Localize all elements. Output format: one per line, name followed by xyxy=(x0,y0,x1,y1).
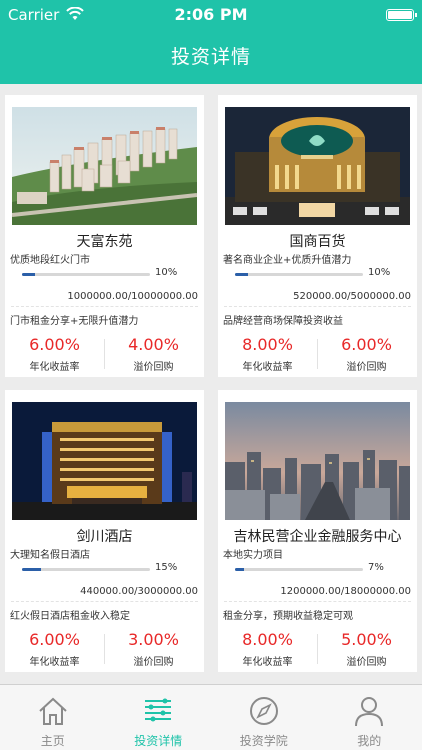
divider xyxy=(224,306,411,307)
clock: 2:06 PM xyxy=(174,5,248,24)
progress-bar xyxy=(235,273,363,276)
progress-percent: 15% xyxy=(155,562,178,573)
progress-fill xyxy=(235,568,244,571)
premium-rate-label: 溢价回购 xyxy=(133,657,174,668)
tab-label: 我的 xyxy=(357,734,382,748)
divider xyxy=(11,306,198,307)
home-icon xyxy=(39,697,67,725)
annual-rate-label: 年化收益率 xyxy=(29,362,80,373)
tab-label: 投资学院 xyxy=(239,734,288,748)
project-subtitle: 优质地段红火门市 xyxy=(10,255,90,266)
annual-rate-value: 6.00% xyxy=(29,630,80,649)
tab-label: 主页 xyxy=(40,734,65,748)
progress-bar xyxy=(22,273,150,276)
project-description: 租金分享，预期收益稳定可观 xyxy=(223,611,353,622)
progress-bar xyxy=(235,568,363,571)
progress-fill xyxy=(22,568,42,571)
project-card[interactable]: 国商百货 著名商业企业+优质升值潜力 10% 520000.00/5000000… xyxy=(218,95,417,377)
funding-amount: 1200000.00/18000000.00 xyxy=(280,586,411,597)
premium-rate-label: 溢价回购 xyxy=(133,362,174,373)
project-card[interactable]: 吉林民营企业金融服务中心 本地实力项目 7% 1200000.00/180000… xyxy=(218,390,417,672)
progress-fill xyxy=(235,273,248,276)
premium-rate-label: 溢价回购 xyxy=(346,657,387,668)
premium-rate-value: 5.00% xyxy=(341,630,392,649)
annual-rate-value: 8.00% xyxy=(242,335,293,354)
tab-investment-details[interactable]: 投资详情 xyxy=(106,685,212,750)
compass-icon xyxy=(249,697,278,725)
project-image-residential xyxy=(12,107,197,225)
annual-rate-label: 年化收益率 xyxy=(29,657,80,668)
project-card[interactable]: 剑川酒店 大理知名假日酒店 15% 440000.00/3000000.00 红… xyxy=(5,390,204,672)
battery-icon xyxy=(386,9,417,21)
project-image-city-skyline xyxy=(225,402,410,520)
project-name: 国商百货 xyxy=(289,234,346,250)
funding-amount: 440000.00/3000000.00 xyxy=(80,586,198,597)
tab-label: 投资详情 xyxy=(134,734,183,748)
page-title: 投资详情 xyxy=(170,46,251,68)
tab-profile[interactable]: 我的 xyxy=(317,685,422,750)
project-description: 红火假日酒店租金收入稳定 xyxy=(10,611,130,622)
annual-rate-label: 年化收益率 xyxy=(242,657,293,668)
status-bar: Carrier 2:06 PM xyxy=(0,0,422,30)
divider xyxy=(11,601,198,602)
premium-rate-value: 4.00% xyxy=(128,335,179,354)
project-card[interactable]: 天富东苑 优质地段红火门市 10% 1000000.00/10000000.00… xyxy=(5,95,204,377)
funding-amount: 520000.00/5000000.00 xyxy=(293,291,411,302)
premium-rate-label: 溢价回购 xyxy=(346,362,387,373)
project-subtitle: 本地实力项目 xyxy=(223,550,283,561)
annual-rate-value: 6.00% xyxy=(29,335,80,354)
annual-rate-label: 年化收益率 xyxy=(242,362,293,373)
project-subtitle: 著名商业企业+优质升值潜力 xyxy=(223,255,352,266)
project-subtitle: 大理知名假日酒店 xyxy=(10,550,90,561)
progress-fill xyxy=(22,273,35,276)
progress-percent: 10% xyxy=(368,267,391,278)
project-description: 品牌经营商场保障投资收益 xyxy=(223,316,343,327)
premium-rate-value: 6.00% xyxy=(341,335,392,354)
project-image-hotel xyxy=(12,402,197,520)
progress-percent: 10% xyxy=(155,267,178,278)
project-name: 吉林民营企业金融服务中心 xyxy=(233,529,402,545)
progress-percent: 7% xyxy=(368,562,384,573)
annual-rate-value: 8.00% xyxy=(242,630,293,649)
divider xyxy=(224,601,411,602)
navigation-bar: 投资详情 xyxy=(0,30,422,84)
funding-amount: 1000000.00/10000000.00 xyxy=(67,291,198,302)
tab-investment-academy[interactable]: 投资学院 xyxy=(211,685,317,750)
project-name: 剑川酒店 xyxy=(76,529,133,545)
project-image-department-store xyxy=(225,107,410,225)
project-name: 天富东苑 xyxy=(76,234,133,250)
user-icon xyxy=(355,697,384,727)
project-description: 门市租金分享+无限升值潜力 xyxy=(10,316,139,327)
tab-home[interactable]: 主页 xyxy=(0,685,106,750)
tab-bar: 主页 投资详情 投资学院 我的 xyxy=(0,684,422,750)
progress-bar xyxy=(22,568,150,571)
list-icon xyxy=(145,698,172,722)
premium-rate-value: 3.00% xyxy=(128,630,179,649)
